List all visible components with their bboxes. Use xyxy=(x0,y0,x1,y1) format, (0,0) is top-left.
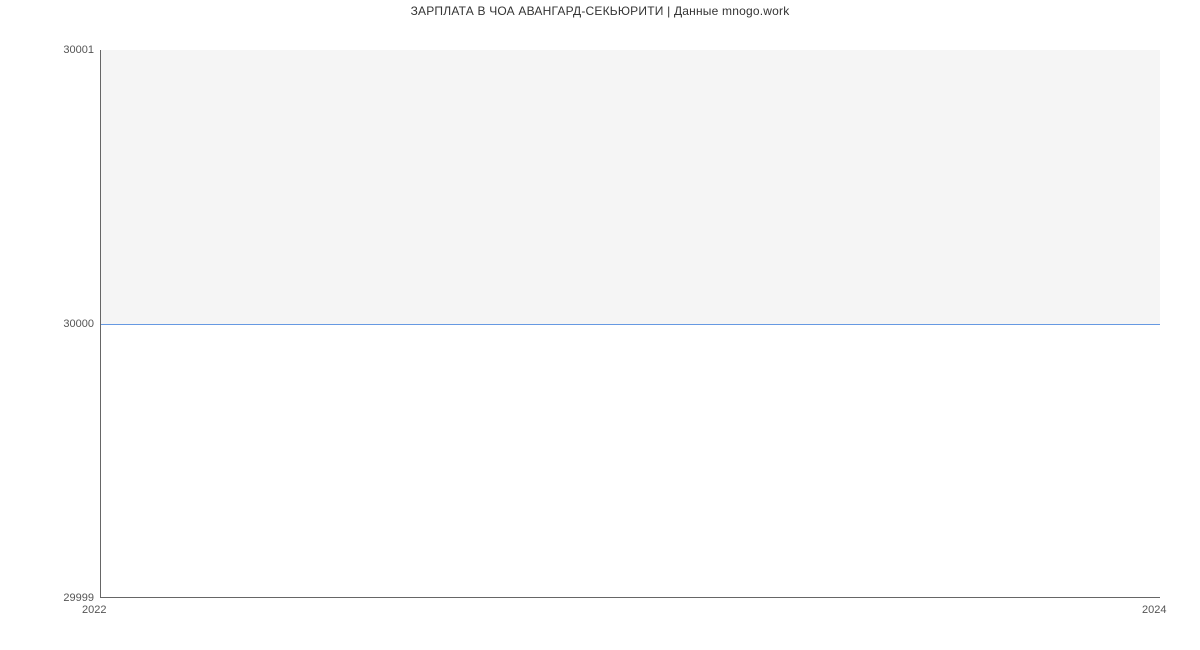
chart-title: ЗАРПЛАТА В ЧОА АВАНГАРД-СЕКЬЮРИТИ | Данн… xyxy=(0,4,1200,18)
grid-band-upper xyxy=(101,50,1160,324)
salary-chart: ЗАРПЛАТА В ЧОА АВАНГАРД-СЕКЬЮРИТИ | Данн… xyxy=(0,0,1200,650)
y-tick-top: 30001 xyxy=(63,44,94,56)
x-tick-right: 2024 xyxy=(1142,604,1166,616)
x-tick-left: 2022 xyxy=(82,604,106,616)
y-tick-bot: 29999 xyxy=(63,592,94,604)
plot-area xyxy=(100,50,1160,598)
y-tick-mid: 30000 xyxy=(63,318,94,330)
series-line xyxy=(101,324,1160,325)
